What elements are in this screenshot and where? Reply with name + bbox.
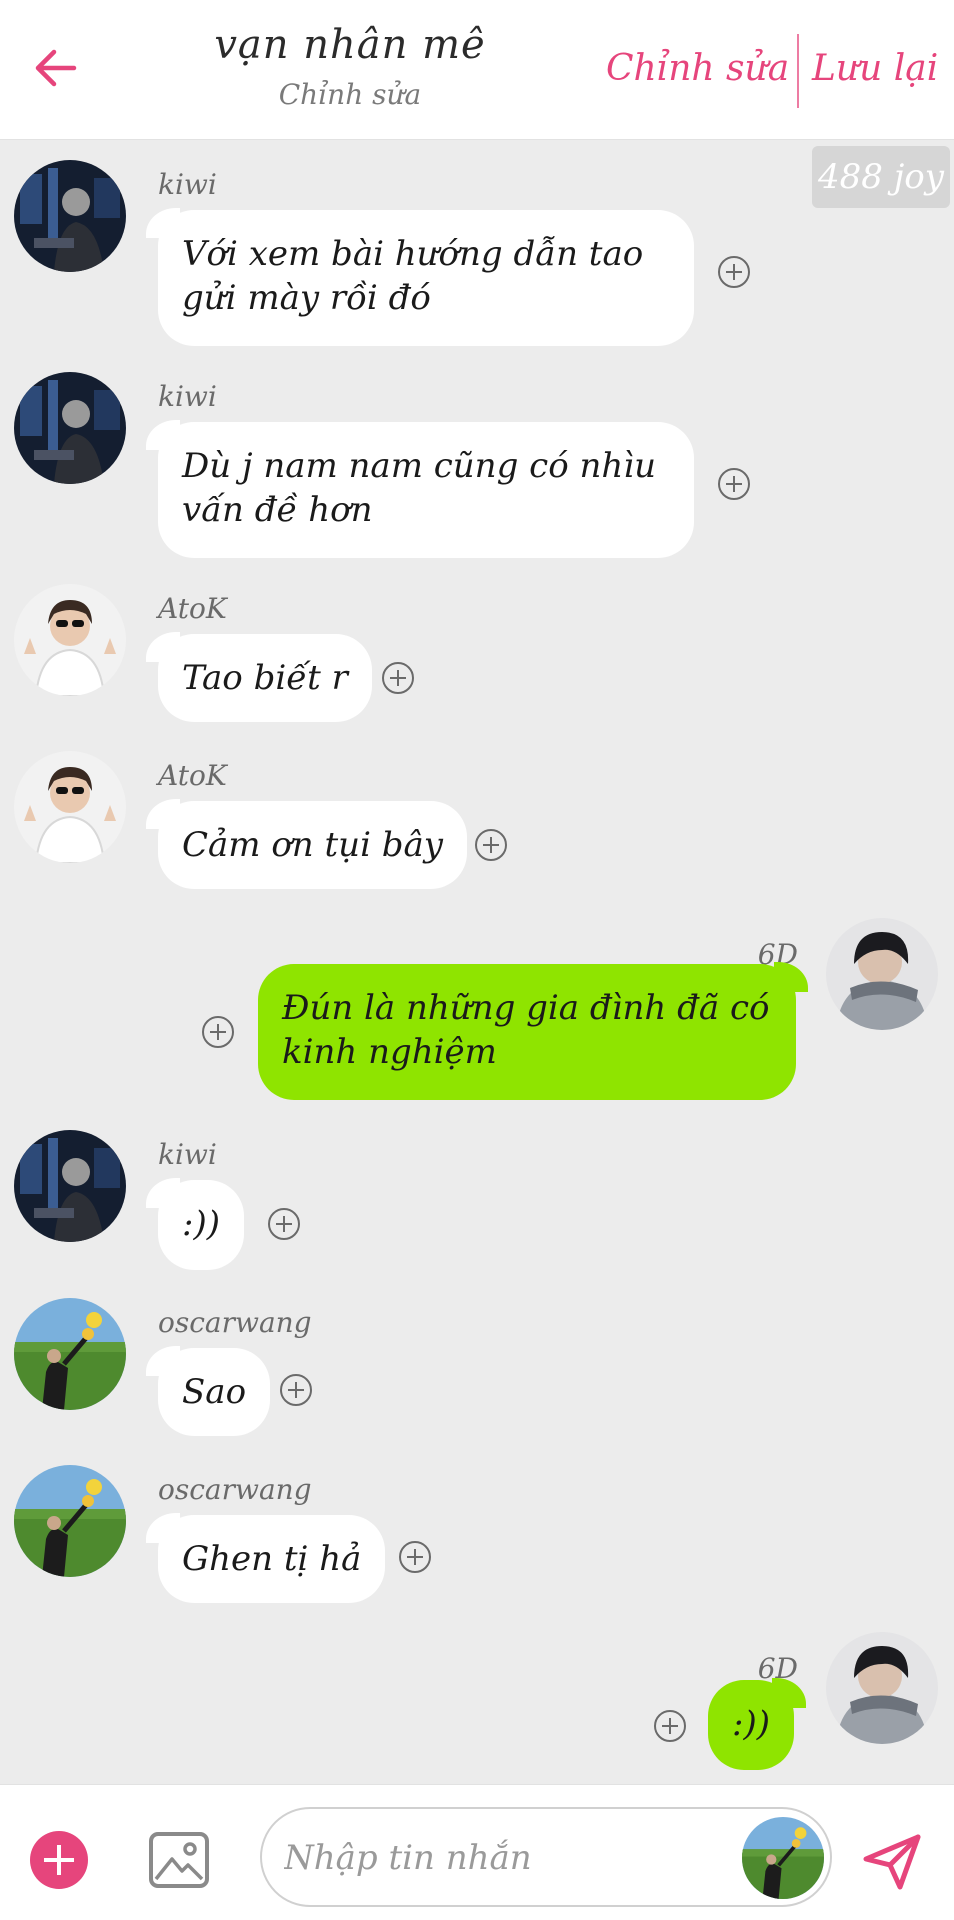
- react-button[interactable]: [475, 829, 507, 861]
- message-bubble[interactable]: :)): [708, 1678, 806, 1770]
- image-button[interactable]: [148, 1829, 210, 1891]
- message-row: 6D :)): [0, 1632, 954, 1770]
- avatar[interactable]: [14, 1298, 126, 1410]
- sender-name: oscarwang: [158, 1473, 312, 1506]
- react-button[interactable]: [280, 1374, 312, 1406]
- message-input[interactable]: [284, 1831, 724, 1885]
- plus-circle-icon[interactable]: [30, 1831, 88, 1889]
- avatar[interactable]: [14, 1465, 126, 1577]
- edit-button[interactable]: Chỉnh sửa: [606, 48, 789, 89]
- sender-name: kiwi: [158, 168, 217, 201]
- sender-name: AtoK: [158, 759, 227, 792]
- message-bubble[interactable]: Dù j nam nam cũng có nhìu vấn đề hơn: [146, 420, 694, 558]
- arrow-left-icon: [35, 49, 77, 87]
- react-button[interactable]: [399, 1541, 431, 1573]
- send-icon: [863, 1834, 921, 1890]
- message-bubble[interactable]: Sao: [145, 1346, 271, 1436]
- react-button[interactable]: [654, 1710, 686, 1742]
- react-button[interactable]: [718, 468, 750, 500]
- message-line: Với xem bài hướng dẫn tao: [182, 234, 644, 274]
- message-line: Đún là những gia đình đã có: [282, 988, 770, 1028]
- message-row: oscarwang Sao: [0, 1298, 954, 1438]
- avatar[interactable]: [826, 1632, 938, 1744]
- message-row: kiwi :)): [0, 1130, 954, 1270]
- message-line: gửi mày rồi đó: [182, 278, 431, 318]
- message-bubble[interactable]: Tao biết r: [146, 632, 372, 722]
- avatar[interactable]: [14, 160, 126, 272]
- avatar[interactable]: [14, 1130, 126, 1242]
- avatar[interactable]: [826, 918, 938, 1030]
- avatar[interactable]: [14, 751, 126, 863]
- header-divider: [797, 34, 799, 108]
- title-block: vạn nhân mê Chỉnh sửa: [150, 22, 550, 111]
- message-bubble[interactable]: Ghen tị hả: [145, 1513, 386, 1603]
- react-button[interactable]: [382, 662, 414, 694]
- react-button[interactable]: [718, 256, 750, 288]
- message-row: oscarwang Ghen tị hả: [0, 1465, 954, 1605]
- sender-name: kiwi: [158, 1138, 217, 1171]
- message-row: AtoK Cảm ơn tụi bây: [0, 751, 954, 891]
- message-row: kiwi Với xem bài hướng dẫn tao gửi mày r…: [0, 160, 954, 350]
- message-bubble[interactable]: Đún là những gia đình đã có kinh nghiệm: [258, 962, 808, 1100]
- message-bubble[interactable]: :)): [146, 1178, 244, 1270]
- message-bubble[interactable]: Với xem bài hướng dẫn tao gửi mày rồi đó: [146, 208, 694, 346]
- react-button[interactable]: [202, 1016, 234, 1048]
- message-line: Ghen tị hả: [182, 1539, 362, 1579]
- send-button[interactable]: [860, 1829, 924, 1893]
- message-input-box[interactable]: [260, 1807, 832, 1907]
- image-icon: [149, 1832, 209, 1888]
- sender-name: oscarwang: [158, 1306, 312, 1339]
- message-line: :)): [732, 1704, 770, 1744]
- chat-title: vạn nhân mê: [214, 22, 486, 68]
- message-line: :)): [182, 1204, 220, 1244]
- sender-name: AtoK: [158, 592, 227, 625]
- avatar[interactable]: [742, 1817, 824, 1899]
- message-row: AtoK Tao biết r: [0, 584, 954, 724]
- react-button[interactable]: [268, 1208, 300, 1240]
- chat-header: vạn nhân mê Chỉnh sửa Chỉnh sửa Lưu lại: [0, 0, 954, 140]
- message-bubble[interactable]: Cảm ơn tụi bây: [146, 799, 467, 889]
- composer-bar: [0, 1784, 954, 1920]
- avatar[interactable]: [14, 372, 126, 484]
- avatar[interactable]: [14, 584, 126, 696]
- message-line: kinh nghiệm: [282, 1032, 497, 1072]
- message-line: Cảm ơn tụi bây: [182, 825, 443, 865]
- message-line: Dù j nam nam cũng có nhìu: [182, 446, 657, 486]
- message-line: vấn đề hơn: [182, 490, 373, 530]
- message-line: Tao biết r: [182, 658, 348, 698]
- message-row: 6D Đún là những gia đình đã có kinh nghi…: [0, 918, 954, 1108]
- save-button[interactable]: Lưu lại: [812, 48, 938, 89]
- message-line: Sao: [182, 1372, 247, 1412]
- chat-subtitle: Chỉnh sửa: [278, 78, 422, 111]
- message-row: kiwi Dù j nam nam cũng có nhìu vấn đề hơ…: [0, 372, 954, 562]
- back-button[interactable]: [24, 36, 88, 100]
- sender-name: kiwi: [158, 380, 217, 413]
